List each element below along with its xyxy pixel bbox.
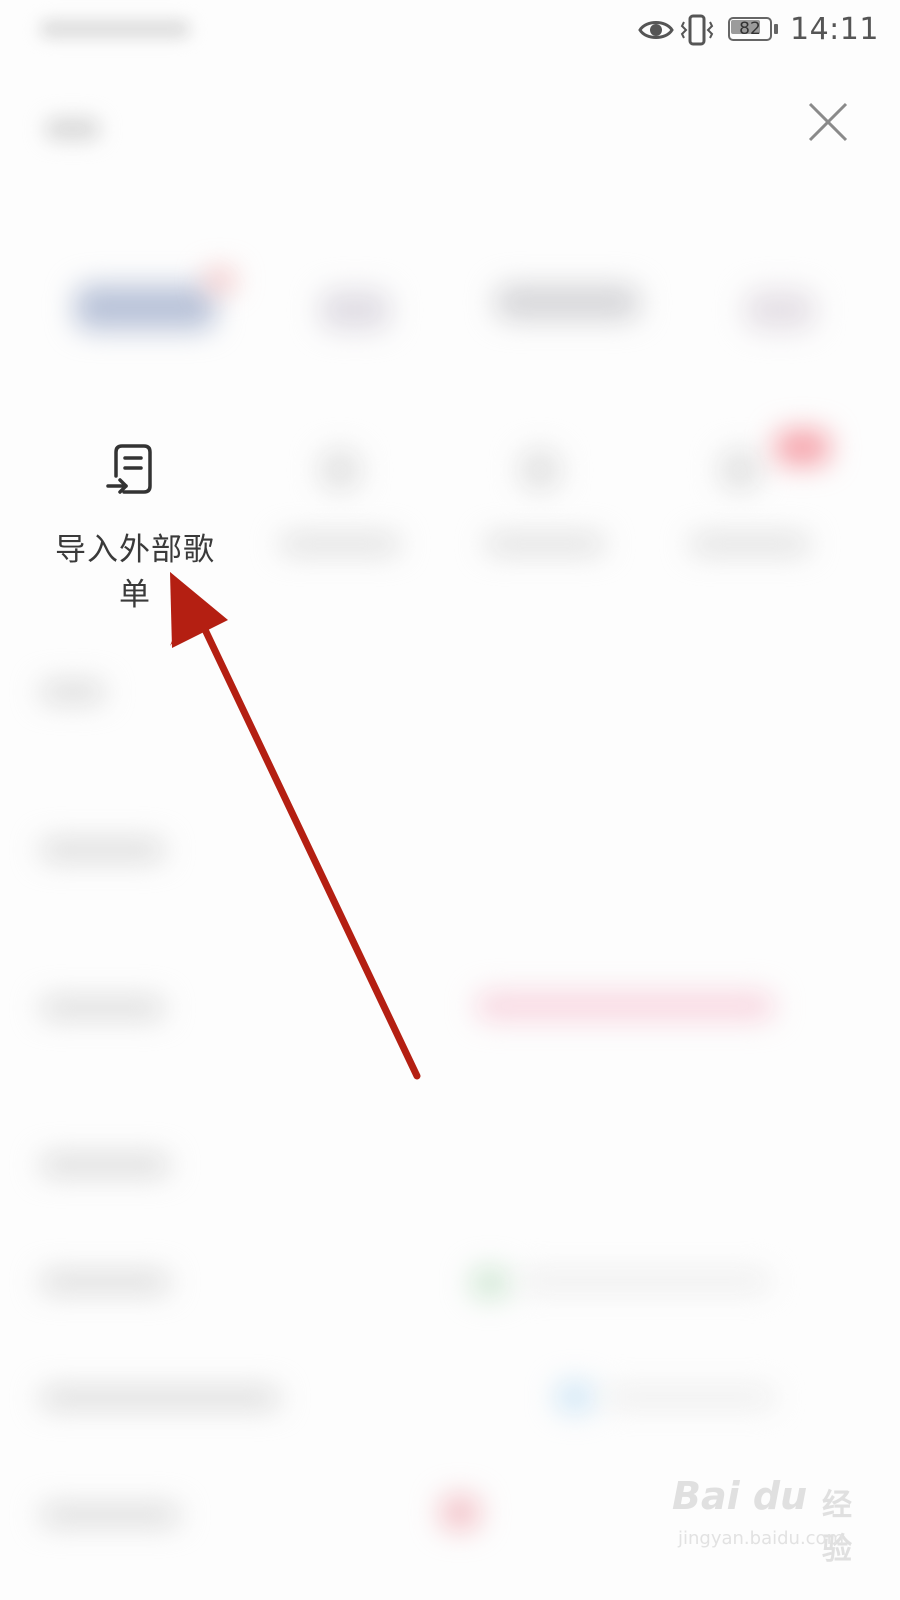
watermark-sub: 经验 [822,1488,852,1567]
close-icon[interactable] [806,100,850,144]
row-blurred-5 [40,1272,170,1292]
row-blurred-pink [475,992,775,1020]
row-blurred-green [470,1268,510,1298]
vibrate-icon [680,14,714,46]
import-playlist-icon [106,444,152,494]
row-blurred-1 [40,682,105,702]
clock: 14:11 [790,12,879,47]
banner-badge-blurred [205,270,235,290]
banner-blurred-1 [75,285,215,330]
banner-blurred-3 [495,285,640,320]
battery-icon: 82 [728,17,780,43]
baidu-watermark: Bai du 经验 jingyan.baidu.com [672,1466,852,1567]
row-blurred-2 [40,840,165,860]
feature-blurred-icon-4 [720,450,760,490]
import-playlist-label: 导入外部歌单 [55,532,215,613]
page-title-blurred [45,118,100,140]
row-blurred-6b [605,1388,775,1406]
row-blurred-red [440,1495,480,1530]
feature-blurred-icon-2 [320,450,360,490]
import-external-playlist-item[interactable]: 导入外部歌单 [40,430,240,613]
row-blurred-5b [520,1272,770,1290]
row-blurred-blue [555,1382,595,1412]
battery-level: 82 [739,19,761,39]
status-bar: 82 14:11 [0,0,900,64]
feature-blurred-icon-3 [520,450,560,490]
row-blurred-7 [40,1505,180,1525]
row-blurred-4 [40,1155,170,1175]
watermark-url: jingyan.baidu.com [678,1528,845,1549]
row-blurred-6 [40,1388,280,1408]
feature-blurred-label-3 [485,535,605,553]
banner-blurred-4 [745,290,815,330]
watermark-logo: Bai du [672,1474,808,1518]
feature-blurred-label-4 [690,535,810,553]
annotation-arrow [170,572,421,1080]
feature-blurred-label-2 [280,535,400,553]
status-left-blurred [40,20,190,38]
banner-blurred-2 [320,290,390,330]
row-blurred-3 [40,998,165,1018]
eye-icon [638,21,674,39]
feature-blurred-badge-4 [775,430,830,465]
